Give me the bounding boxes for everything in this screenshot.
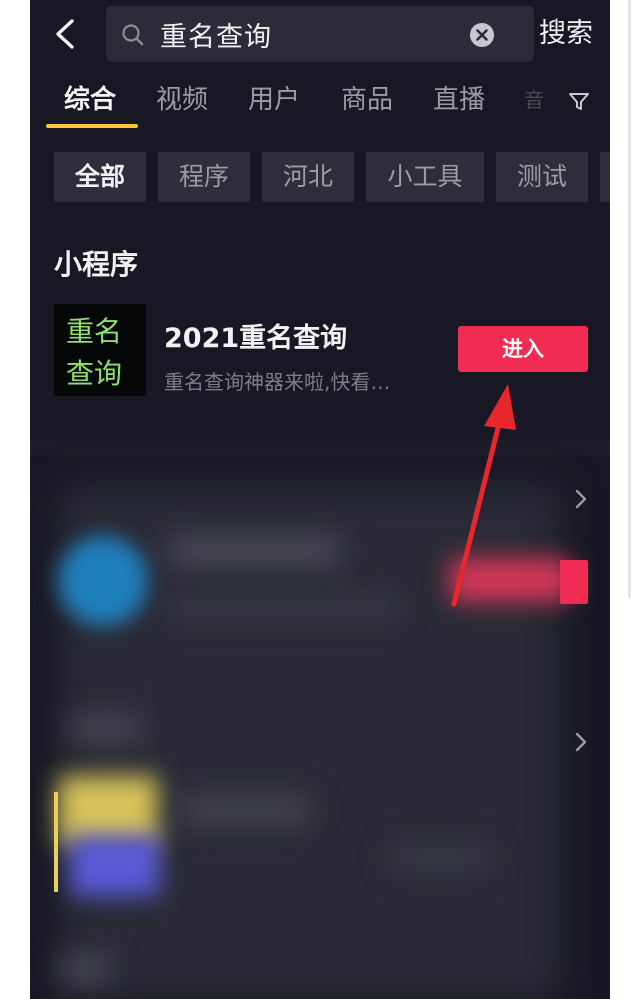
blurred-title <box>170 536 340 566</box>
enter-button[interactable]: 进入 <box>458 326 588 372</box>
logo-text-line2: 查询 <box>66 357 123 390</box>
thumb-edge <box>54 792 58 892</box>
chip-program[interactable]: 程序 <box>158 152 250 202</box>
mini-program-logo: 重名 查询 <box>54 304 146 396</box>
edge-divider <box>628 0 631 598</box>
section-title: 小程序 <box>54 248 139 281</box>
section-divider <box>30 440 610 456</box>
blurred-title-2 <box>180 796 310 824</box>
blurred-button-edge <box>560 560 588 604</box>
phone-screen: 搜索 综合 视频 用户 商品 直播 音 全部 程序 河北 小工具 测试 小程序 … <box>30 0 610 999</box>
blurred-bottom-text <box>60 956 110 982</box>
chevron-right-icon[interactable] <box>574 731 588 753</box>
filter-chips: 全部 程序 河北 小工具 测试 <box>30 152 610 202</box>
tab-all[interactable]: 综合 <box>64 80 116 120</box>
tab-live[interactable]: 直播 <box>433 80 485 120</box>
chevron-right-icon[interactable] <box>574 488 588 510</box>
tab-music[interactable]: 音 <box>524 80 544 120</box>
chip-all[interactable]: 全部 <box>54 152 146 202</box>
mini-program-name: 2021重名查询 <box>164 323 348 354</box>
chip-tool[interactable]: 小工具 <box>366 152 484 202</box>
blurred-subtitle <box>170 596 400 616</box>
blurred-text-row <box>70 716 140 740</box>
mini-program-description: 重名查询神器来啦,快看… <box>164 370 391 394</box>
search-button[interactable]: 搜索 <box>526 12 606 56</box>
search-input[interactable] <box>160 15 460 53</box>
tab-video[interactable]: 视频 <box>156 80 208 120</box>
search-box[interactable] <box>106 6 534 62</box>
blurred-results <box>30 456 610 999</box>
active-tab-indicator <box>46 124 138 128</box>
search-icon <box>122 24 144 46</box>
chip-more[interactable] <box>600 152 610 202</box>
tab-users[interactable]: 用户 <box>248 80 300 120</box>
tab-goods[interactable]: 商品 <box>341 80 393 120</box>
blurred-button <box>450 558 570 602</box>
logo-text-line1: 重名 <box>66 315 123 348</box>
blurred-subtitle-2 <box>390 846 490 868</box>
back-icon[interactable] <box>52 18 78 50</box>
search-header: 搜索 <box>30 0 610 68</box>
filter-icon[interactable] <box>568 90 590 112</box>
mini-program-card[interactable]: 重名 查询 2021重名查询 重名查询神器来啦,快看… 进入 <box>30 302 610 402</box>
chip-hebei[interactable]: 河北 <box>262 152 354 202</box>
result-tabs: 综合 视频 用户 商品 直播 音 <box>30 72 610 134</box>
blurred-blue-thumb <box>70 836 160 896</box>
blurred-avatar <box>58 536 148 626</box>
chip-test[interactable]: 测试 <box>496 152 588 202</box>
clear-icon[interactable] <box>468 21 496 49</box>
